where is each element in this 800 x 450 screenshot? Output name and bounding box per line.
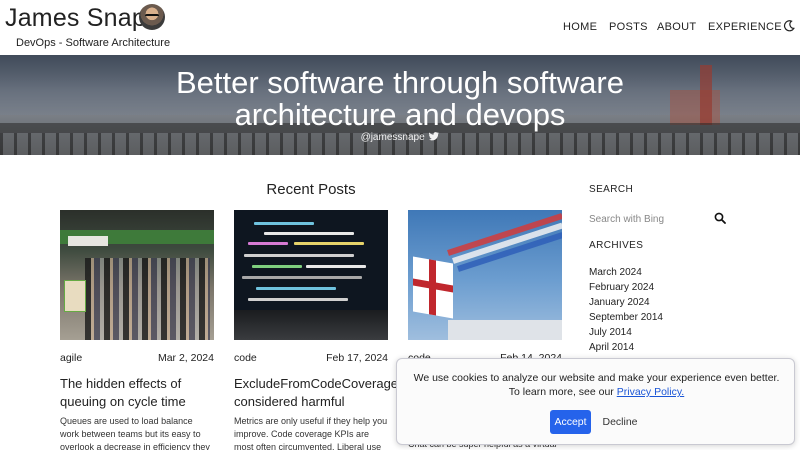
post-title[interactable]: The hidden effects of queuing on cycle t… — [60, 375, 220, 411]
twitter-bird-icon[interactable] — [429, 132, 440, 141]
archives-heading: ARCHIVES — [589, 240, 644, 251]
nav-home[interactable]: HOME — [563, 21, 597, 33]
hero-title-line-1: Better software through software — [175, 65, 624, 100]
post-category[interactable]: code — [234, 352, 257, 364]
accept-cookies-button[interactable]: Accept — [550, 410, 591, 434]
cookie-message: We use cookies to analyze our website an… — [409, 371, 784, 399]
post-card[interactable]: code Feb 17, 2024 ExcludeFromCodeCoverag… — [234, 210, 398, 450]
archive-link[interactable]: July 2014 — [589, 327, 632, 338]
nav-posts[interactable]: POSTS — [609, 21, 648, 33]
post-thumbnail-red-arrows[interactable] — [408, 210, 562, 340]
site-header: James Snape DevOps - Software Architectu… — [0, 0, 800, 55]
post-title[interactable]: ExcludeFromCodeCoverage considered harmf… — [234, 375, 398, 411]
twitter-handle-text[interactable]: @jamessnape — [361, 132, 425, 143]
twitter-handle[interactable]: @jamessnape — [0, 132, 800, 143]
moon-icon[interactable] — [783, 20, 795, 32]
post-thumbnail-code[interactable] — [234, 210, 388, 340]
post-excerpt: Metrics are only useful if they help you… — [234, 416, 388, 450]
decline-cookies-button[interactable]: Decline — [597, 410, 643, 434]
archive-link[interactable]: April 2014 — [589, 342, 634, 353]
post-excerpt: Queues are used to load balance work bet… — [60, 416, 210, 450]
archive-link[interactable]: September 2014 — [589, 312, 663, 323]
recent-posts-heading: Recent Posts — [266, 181, 356, 198]
search-icon[interactable] — [714, 212, 726, 224]
nav-experience[interactable]: EXPERIENCE — [708, 21, 782, 33]
site-tagline: DevOps - Software Architecture — [16, 37, 171, 49]
cookie-consent-banner: We use cookies to analyze our website an… — [396, 358, 795, 445]
hero-banner: Better software through software archite… — [0, 55, 800, 155]
post-category[interactable]: agile — [60, 352, 82, 364]
hero-title: Better software through software archite… — [0, 67, 800, 131]
cookie-message-text: We use cookies to analyze our website an… — [413, 372, 780, 398]
archive-link[interactable]: February 2024 — [589, 282, 654, 293]
privacy-policy-link[interactable]: Privacy Policy. — [617, 386, 685, 398]
post-date: Mar 2, 2024 — [157, 352, 214, 364]
post-thumbnail-street[interactable] — [60, 210, 214, 340]
site-title[interactable]: James Snape — [5, 4, 160, 33]
search-input[interactable] — [589, 210, 734, 228]
post-card[interactable]: agile Mar 2, 2024 The hidden effects of … — [60, 210, 214, 450]
hero-title-line-2: architecture and devops — [234, 97, 566, 132]
post-date: Feb 17, 2024 — [326, 352, 388, 364]
search-heading: SEARCH — [589, 184, 634, 195]
avatar — [139, 4, 165, 30]
archive-link[interactable]: January 2024 — [589, 297, 650, 308]
archive-link[interactable]: March 2024 — [589, 267, 642, 278]
nav-about[interactable]: ABOUT — [657, 21, 696, 33]
